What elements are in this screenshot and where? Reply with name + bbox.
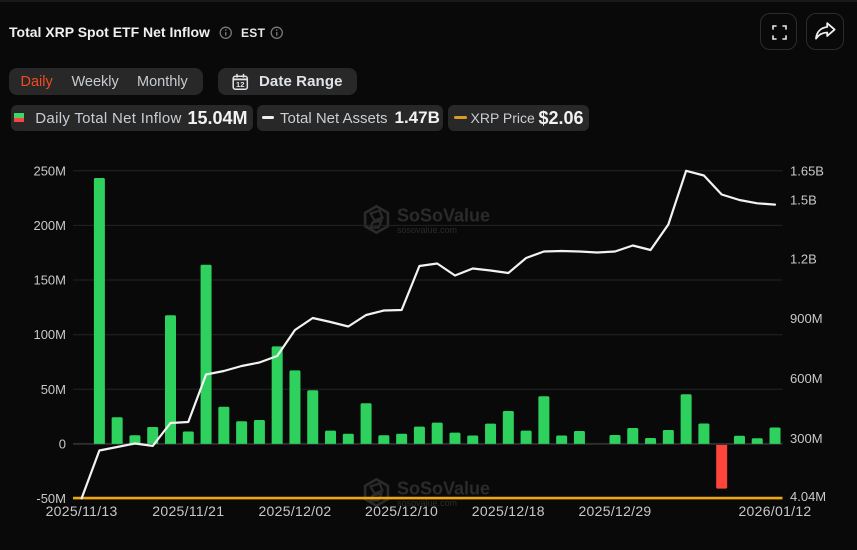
svg-text:SoSoValue: SoSoValue bbox=[397, 479, 490, 499]
svg-text:150M: 150M bbox=[33, 273, 66, 288]
svg-text:50M: 50M bbox=[41, 382, 66, 397]
svg-text:sosovalue.com: sosovalue.com bbox=[397, 225, 457, 235]
svg-text:2025/12/18: 2025/12/18 bbox=[472, 503, 545, 519]
svg-text:300M: 300M bbox=[790, 431, 823, 446]
svg-text:1.65B: 1.65B bbox=[790, 163, 824, 178]
svg-text:2025/12/02: 2025/12/02 bbox=[258, 503, 331, 519]
svg-text:0: 0 bbox=[59, 436, 66, 451]
svg-text:200M: 200M bbox=[33, 218, 66, 233]
svg-text:100M: 100M bbox=[33, 327, 66, 342]
svg-text:2025/12/10: 2025/12/10 bbox=[365, 503, 438, 519]
svg-text:1.2B: 1.2B bbox=[790, 252, 817, 267]
svg-text:2025/11/21: 2025/11/21 bbox=[152, 503, 224, 519]
svg-text:900M: 900M bbox=[790, 311, 823, 326]
svg-text:2026/01/12: 2026/01/12 bbox=[738, 503, 811, 519]
svg-text:2025/11/13: 2025/11/13 bbox=[46, 503, 118, 519]
svg-text:250M: 250M bbox=[33, 163, 66, 178]
svg-text:SoSoValue: SoSoValue bbox=[397, 206, 490, 226]
svg-text:1.5B: 1.5B bbox=[790, 193, 817, 208]
svg-text:600M: 600M bbox=[790, 371, 823, 386]
svg-text:2025/12/29: 2025/12/29 bbox=[578, 503, 651, 519]
svg-text:4.04M: 4.04M bbox=[790, 489, 826, 504]
